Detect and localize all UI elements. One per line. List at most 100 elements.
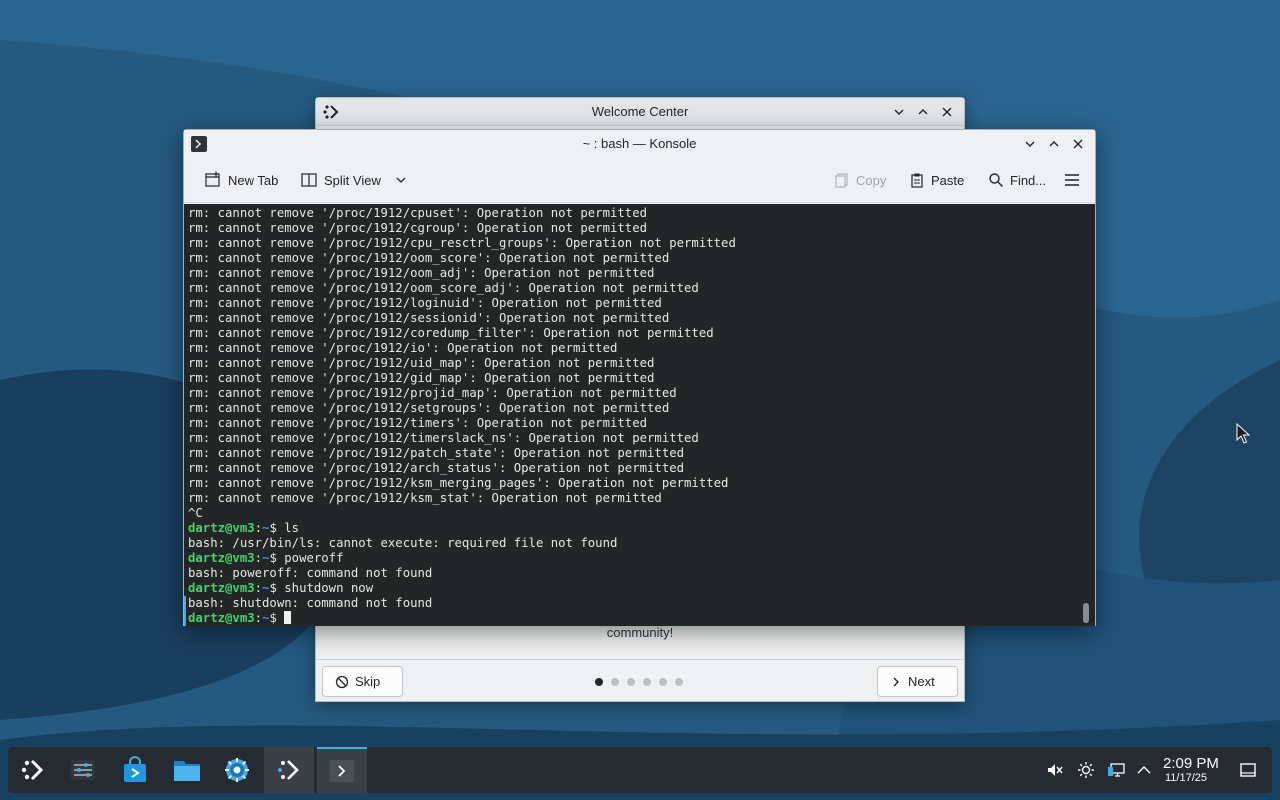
- show-desktop-button[interactable]: [1238, 760, 1258, 780]
- terminal-line: rm: cannot remove '/proc/1912/arch_statu…: [188, 461, 685, 475]
- split-view-button[interactable]: Split View: [296, 166, 411, 194]
- close-button[interactable]: [936, 102, 958, 122]
- taskbar: 2:09 PM 11/17/25: [8, 747, 1272, 793]
- clock-date[interactable]: 11/17/25: [1165, 772, 1207, 784]
- copy-icon: [835, 173, 848, 188]
- maximize-button[interactable]: [912, 102, 934, 122]
- chevron-down-icon: [894, 109, 904, 115]
- page-dot[interactable]: [627, 678, 635, 686]
- page-dot[interactable]: [643, 678, 651, 686]
- show-desktop-icon: [1240, 763, 1256, 777]
- brightness-tray-button[interactable]: [1076, 760, 1096, 780]
- terminal-line: rm: cannot remove '/proc/1912/uid_map': …: [188, 356, 655, 370]
- file-manager-icon: [174, 761, 200, 781]
- page-dot[interactable]: [659, 678, 667, 686]
- prompt-user-host: dartz@vm3: [188, 581, 255, 595]
- search-icon: [989, 173, 1004, 188]
- konsole-titlebar[interactable]: ~ : bash — Konsole: [184, 130, 1095, 158]
- next-button[interactable]: Next: [877, 666, 958, 697]
- maximize-button[interactable]: [1043, 134, 1065, 154]
- terminal-focus-marker: [184, 596, 186, 626]
- welcome-center-task[interactable]: [264, 747, 314, 793]
- find-label: Find...: [1010, 172, 1047, 188]
- terminal-prompt-line: dartz@vm3:~$ poweroff: [188, 551, 1078, 566]
- system-monitor-icon: [71, 760, 95, 780]
- terminal-output: rm: cannot remove '/proc/1912/cpuset': O…: [188, 206, 1078, 626]
- paste-label: Paste: [931, 172, 965, 188]
- system-settings-button[interactable]: [212, 747, 262, 793]
- chevron-up-icon: [1049, 141, 1059, 147]
- new-tab-button[interactable]: New Tab: [200, 166, 282, 194]
- find-button[interactable]: Find...: [984, 166, 1050, 194]
- prompt-user-host: dartz@vm3: [188, 611, 255, 625]
- terminal-line: rm: cannot remove '/proc/1912/cpu_resctr…: [188, 236, 736, 250]
- prompt-separator: :: [254, 581, 263, 595]
- split-view-icon: [301, 173, 317, 187]
- chevron-up-icon: [918, 109, 928, 115]
- welcome-page-text: community!: [606, 625, 674, 640]
- terminal-prompt-line: dartz@vm3:~$ shutdown now: [188, 581, 1078, 596]
- hamburger-menu-button[interactable]: [1059, 166, 1085, 194]
- welcome-footer: Skip Next: [316, 659, 964, 701]
- prompt-separator: :: [254, 521, 263, 535]
- konsole-toolbar: New Tab Split View Copy Paste Find...: [184, 158, 1095, 203]
- terminal-view[interactable]: rm: cannot remove '/proc/1912/cpuset': O…: [184, 204, 1095, 626]
- brightness-icon: [1078, 762, 1094, 778]
- skip-button[interactable]: Skip: [322, 666, 403, 697]
- hamburger-menu-icon: [1065, 174, 1079, 186]
- terminal-prompt-line: dartz@vm3:~$: [188, 611, 1078, 626]
- terminal-line: rm: cannot remove '/proc/1912/setgroups'…: [188, 401, 670, 415]
- welcome-window-title: Welcome Center: [591, 104, 689, 119]
- prompt-separator: :: [254, 551, 263, 565]
- terminal-line: rm: cannot remove '/proc/1912/timerslack…: [188, 431, 699, 445]
- page-dot[interactable]: [675, 678, 683, 686]
- kde-app-launcher-icon: [21, 759, 44, 781]
- minimize-button[interactable]: [888, 102, 910, 122]
- close-button[interactable]: [1067, 134, 1089, 154]
- konsole-window-title: ~ : bash — Konsole: [582, 136, 697, 151]
- terminal-line: rm: cannot remove '/proc/1912/oom_score_…: [188, 281, 699, 295]
- terminal-line: ^C: [188, 506, 203, 520]
- prompt-user-host: dartz@vm3: [188, 551, 255, 565]
- welcome-titlebar[interactable]: Welcome Center: [316, 98, 964, 126]
- mouse-pointer-icon: [1236, 423, 1250, 444]
- next-label: Next: [908, 674, 935, 689]
- terminal-line: rm: cannot remove '/proc/1912/ksm_stat':…: [188, 491, 662, 505]
- konsole-window: ~ : bash — Konsole New Tab Split View Co…: [183, 129, 1096, 626]
- terminal-line: rm: cannot remove '/proc/1912/timers': O…: [188, 416, 648, 430]
- terminal-line: rm: cannot remove '/proc/1912/loginuid':…: [188, 296, 662, 310]
- terminal-line: bash: shutdown: command not found: [188, 596, 433, 610]
- terminal-line: rm: cannot remove '/proc/1912/coredump_f…: [188, 326, 714, 340]
- clock-time[interactable]: 2:09 PM: [1163, 755, 1219, 772]
- page-dot[interactable]: [611, 678, 619, 686]
- prompt-user-host: dartz@vm3: [188, 521, 255, 535]
- system-settings-icon: [225, 758, 249, 782]
- system-monitor-button[interactable]: [58, 747, 108, 793]
- network-tray-button[interactable]: [1106, 760, 1126, 780]
- copy-button[interactable]: Copy: [830, 166, 890, 194]
- chevron-down-icon: [396, 177, 406, 183]
- konsole-icon: [330, 760, 354, 782]
- welcome-center-icon: [278, 760, 299, 780]
- terminal-line: rm: cannot remove '/proc/1912/patch_stat…: [188, 446, 685, 460]
- chevron-right-icon: [893, 677, 899, 686]
- terminal-prompt-line: dartz@vm3:~$ ls: [188, 521, 1078, 536]
- page-indicator: [595, 678, 683, 686]
- volume-tray-button[interactable]: [1045, 760, 1065, 780]
- new-tab-label: New Tab: [228, 172, 279, 188]
- terminal-line: rm: cannot remove '/proc/1912/cpuset': O…: [188, 206, 648, 220]
- discover-button[interactable]: [110, 747, 160, 793]
- page-dot[interactable]: [595, 678, 603, 686]
- app-launcher-button[interactable]: [8, 747, 58, 793]
- minimize-button[interactable]: [1019, 134, 1041, 154]
- terminal-scrollbar[interactable]: [1083, 603, 1089, 623]
- close-icon: [942, 107, 952, 117]
- terminal-line: rm: cannot remove '/proc/1912/oom_adj': …: [188, 266, 655, 280]
- network-icon: [1108, 763, 1125, 777]
- konsole-task[interactable]: [317, 747, 367, 793]
- file-manager-button[interactable]: [162, 747, 212, 793]
- terminal-command: shutdown now: [284, 581, 374, 595]
- new-tab-icon: [205, 171, 220, 187]
- show-hidden-tray-button[interactable]: [1134, 760, 1154, 780]
- paste-button[interactable]: Paste: [905, 166, 968, 194]
